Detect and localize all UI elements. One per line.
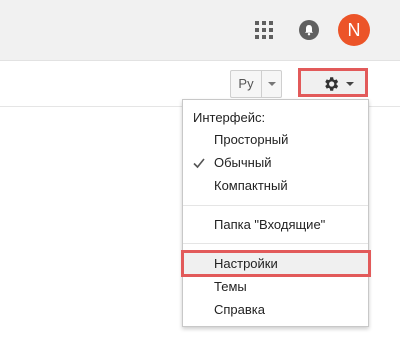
avatar[interactable]: N — [338, 14, 370, 46]
bell-icon[interactable] — [299, 20, 319, 40]
menu-item-label: Обычный — [214, 155, 272, 170]
language-selector: Ру — [230, 70, 282, 98]
menu-item-themes[interactable]: Темы — [183, 276, 368, 298]
language-button[interactable]: Ру — [231, 71, 262, 97]
menu-item-default[interactable]: Обычный — [183, 152, 368, 174]
settings-gear-button[interactable] — [298, 68, 368, 97]
menu-item-settings[interactable]: Настройки — [181, 250, 371, 277]
menu-item-help[interactable]: Справка — [183, 299, 368, 321]
gear-icon — [325, 77, 339, 91]
top-bar: N — [0, 0, 400, 61]
chevron-down-icon — [346, 82, 354, 86]
menu-item-spacious[interactable]: Просторный — [183, 129, 368, 151]
language-dropdown-arrow[interactable] — [262, 71, 281, 97]
settings-dropdown-menu: Интерфейс: Просторный Обычный Компактный… — [181, 99, 371, 327]
menu-divider — [183, 243, 368, 244]
menu-divider — [183, 205, 368, 206]
menu-item-inbox-settings[interactable]: Папка "Входящие" — [183, 214, 368, 236]
apps-grid-icon[interactable] — [255, 21, 273, 39]
checkmark-icon — [193, 158, 205, 169]
menu-item-compact[interactable]: Компактный — [183, 175, 368, 197]
interface-section-header: Интерфейс: — [193, 110, 266, 125]
